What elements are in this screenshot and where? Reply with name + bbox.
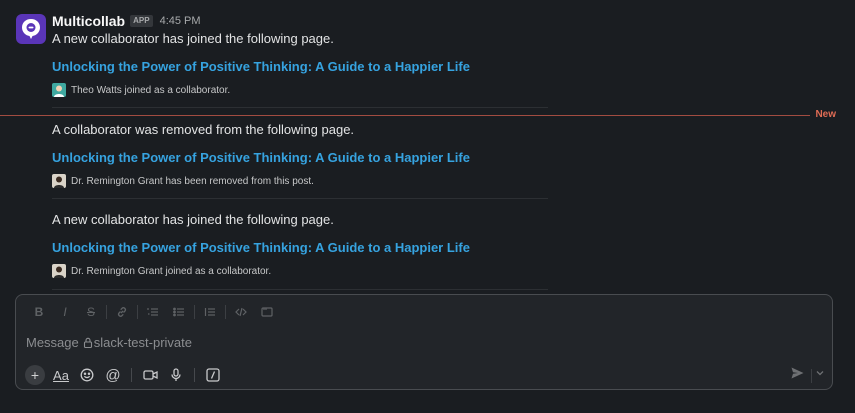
page-link[interactable]: Unlocking the Power of Positive Thinking… [52,150,470,165]
bulleted-list-icon[interactable] [166,303,192,321]
page-link[interactable]: Unlocking the Power of Positive Thinking… [52,59,470,74]
user-avatar [52,174,66,188]
message-input[interactable]: Message slack-test-private [26,335,192,350]
timestamp[interactable]: 4:45 PM [160,15,201,27]
formatting-toolbar: B I S [26,303,280,321]
divider [52,289,548,290]
notification-text: A new collaborator has joined the follow… [52,212,334,227]
chevron-down-icon[interactable] [816,368,824,378]
lock-icon [83,337,93,348]
collaborator-note: Theo Watts joined as a collaborator. [52,83,230,97]
page-link[interactable]: Unlocking the Power of Positive Thinking… [52,240,470,255]
plus-icon[interactable]: + [22,365,48,385]
toolbar-divider [194,305,195,319]
bold-icon[interactable]: B [26,303,52,321]
toolbar-divider [106,305,107,319]
code-icon[interactable] [228,303,254,321]
notification-text: A new collaborator has joined the follow… [52,31,334,46]
divider [52,198,548,199]
shortcuts-icon[interactable] [200,365,226,385]
video-icon[interactable] [137,365,163,385]
blockquote-icon[interactable] [197,303,223,321]
user-avatar [52,83,66,97]
code-block-icon[interactable] [254,303,280,321]
placeholder-prefix: Message [26,335,79,350]
send-divider [811,369,812,383]
user-avatar [52,264,66,278]
collaborator-note: Dr. Remington Grant has been removed fro… [52,174,314,188]
message-header: Multicollab APP 4:45 PM [52,13,201,29]
toolbar-divider [225,305,226,319]
note-text: Dr. Remington Grant joined as a collabor… [71,265,272,277]
channel-name: slack-test-private [93,335,192,350]
app-badge: APP [130,15,153,27]
new-label: New [815,109,836,120]
toolbar-divider [194,368,195,382]
note-text: Dr. Remington Grant has been removed fro… [71,175,314,187]
italic-icon[interactable]: I [52,303,78,321]
emoji-icon[interactable] [74,365,100,385]
send-icon[interactable] [791,367,804,382]
note-text: Theo Watts joined as a collaborator. [71,84,231,96]
link-icon[interactable] [109,303,135,321]
toolbar-divider [131,368,132,382]
microphone-icon[interactable] [163,365,189,385]
composer-actions: + Aa @ [22,365,226,385]
message-composer[interactable]: B I S Message slack-test-private + Aa @ [15,294,833,390]
collaborator-note: Dr. Remington Grant joined as a collabor… [52,264,271,278]
formatting-toggle-icon[interactable]: Aa [48,365,74,385]
sender-name[interactable]: Multicollab [52,13,125,29]
mention-icon[interactable]: @ [100,365,126,385]
strikethrough-icon[interactable]: S [78,303,104,321]
toolbar-divider [137,305,138,319]
multicollab-logo-icon[interactable] [16,14,46,44]
new-messages-divider: New [0,109,855,129]
new-divider-line [0,115,810,116]
divider [52,107,548,108]
ordered-list-icon[interactable] [140,303,166,321]
